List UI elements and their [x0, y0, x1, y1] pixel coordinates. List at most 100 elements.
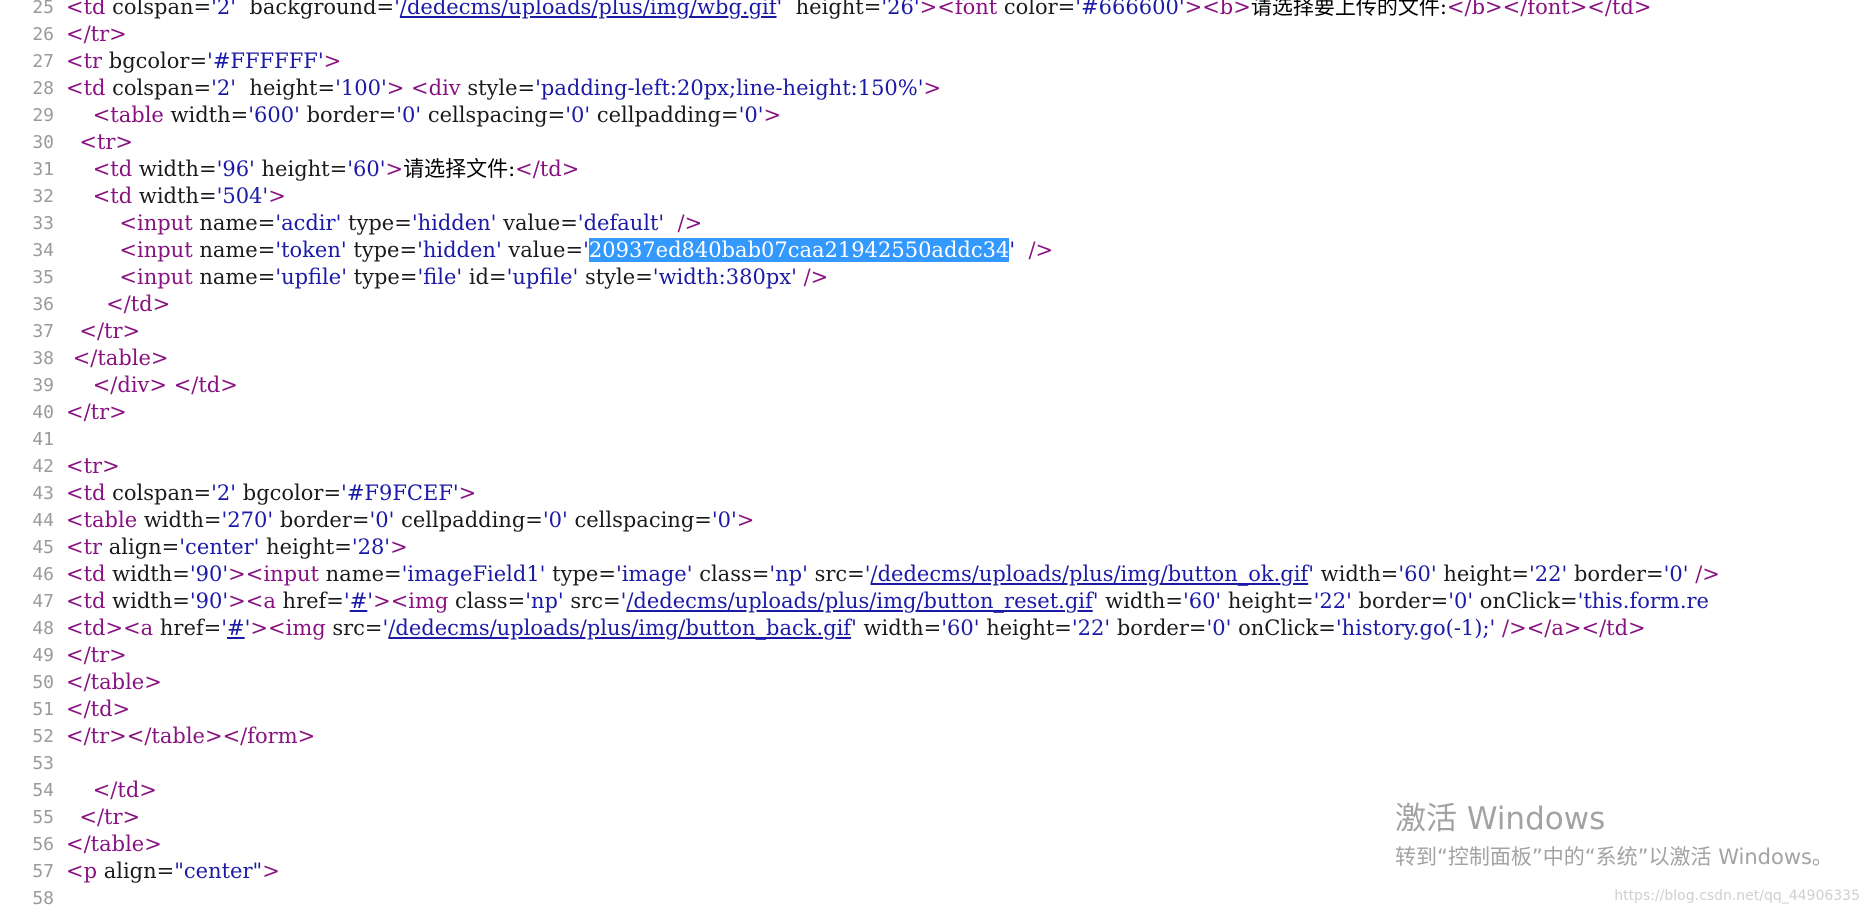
code-line[interactable]: 52 </tr></table></form>: [0, 723, 1868, 750]
html-tag-token: >: [458, 481, 477, 505]
attribute-name-token: height=: [795, 0, 882, 19]
html-tag-token: <img: [268, 616, 333, 640]
attribute-value-token: '#FFFFFF': [207, 49, 324, 73]
line-code[interactable]: </tr>: [66, 21, 127, 48]
attribute-value-token: '0': [396, 103, 422, 127]
line-code[interactable]: </div> </td>: [66, 372, 238, 399]
code-line[interactable]: 38 </table>: [0, 345, 1868, 372]
line-code[interactable]: </td>: [66, 291, 170, 318]
line-code[interactable]: <td width='90'><a href='#'><img class='n…: [66, 588, 1709, 615]
line-code[interactable]: </table>: [66, 345, 169, 372]
line-code[interactable]: </td>: [66, 696, 130, 723]
line-code[interactable]: <input name='upfile' type='file' id='upf…: [66, 264, 828, 291]
code-line[interactable]: 34 <input name='token' type='hidden' val…: [0, 237, 1868, 264]
attribute-name-token: width=: [1105, 589, 1183, 613]
code-line[interactable]: 36 </td>: [0, 291, 1868, 318]
line-code[interactable]: </td>: [66, 777, 157, 804]
code-line[interactable]: 25 <td colspan='2' background='/dedecms/u…: [0, 0, 1868, 21]
code-line[interactable]: 30 <tr>: [0, 129, 1868, 156]
line-code[interactable]: <tr>: [66, 129, 133, 156]
attribute-name-token: colspan=: [112, 481, 212, 505]
html-tag-token: <font: [937, 0, 1004, 19]
url-link[interactable]: /dedecms/uploads/plus/img/button_back.gi…: [388, 616, 851, 640]
code-line[interactable]: 41: [0, 426, 1868, 453]
line-code[interactable]: <p align="center">: [66, 858, 280, 885]
attribute-value-token: '0': [565, 103, 591, 127]
line-code[interactable]: <td colspan='2' bgcolor='#F9FCEF'>: [66, 480, 476, 507]
line-number: 52: [32, 726, 54, 747]
html-tag-token: <input: [119, 211, 200, 235]
url-link[interactable]: /dedecms/uploads/plus/img/button_reset.g…: [626, 589, 1092, 613]
line-code[interactable]: <td width='90'><input name='imageField1'…: [66, 561, 1720, 588]
code-line[interactable]: 43 <td colspan='2' bgcolor='#F9FCEF'>: [0, 480, 1868, 507]
code-line[interactable]: 49 </tr>: [0, 642, 1868, 669]
code-line[interactable]: 58: [0, 885, 1868, 908]
code-line[interactable]: 35 <input name='upfile' type='file' id='…: [0, 264, 1868, 291]
line-code[interactable]: <tr>: [66, 453, 120, 480]
source-view[interactable]: 25 <td colspan='2' background='/dedecms/u…: [0, 0, 1868, 908]
attribute-value-token: '100': [335, 76, 387, 100]
line-code[interactable]: </tr>: [66, 318, 140, 345]
html-tag-token: </b>: [1446, 0, 1503, 19]
code-line[interactable]: 53: [0, 750, 1868, 777]
code-line[interactable]: 33 <input name='acdir' type='hidden' val…: [0, 210, 1868, 237]
attribute-name-token: type=: [552, 562, 616, 586]
line-code[interactable]: </tr>: [66, 804, 140, 831]
attribute-name-token: name=: [325, 562, 402, 586]
watermark-subtitle: 转到“控制面板”中的“系统”以激活 Windows。: [1395, 845, 1833, 869]
code-line[interactable]: 47 <td width='90'><a href='#'><img class=…: [0, 588, 1868, 615]
code-line[interactable]: 48 <td><a href='#'><img src='/dedecms/upl…: [0, 615, 1868, 642]
selected-text[interactable]: 20937ed840bab07caa21942550addc34: [588, 238, 1010, 262]
attribute-name-token: name=: [199, 238, 276, 262]
code-line[interactable]: 45 <tr align='center' height='28'>: [0, 534, 1868, 561]
html-tag-token: <input: [119, 238, 200, 262]
code-line[interactable]: 37 </tr>: [0, 318, 1868, 345]
code-line[interactable]: 39 </div> </td>: [0, 372, 1868, 399]
code-line[interactable]: 26 </tr>: [0, 21, 1868, 48]
line-code[interactable]: <td width='96' height='60'>请选择文件:</td>: [66, 156, 580, 183]
code-line[interactable]: 44 <table width='270' border='0' cellpadd…: [0, 507, 1868, 534]
url-link[interactable]: #: [227, 616, 245, 640]
attribute-value-token: '22': [1529, 562, 1568, 586]
url-link[interactable]: /dedecms/uploads/plus/img/wbg.gif: [400, 0, 777, 19]
attribute-value-token: '2': [211, 481, 237, 505]
attribute-value-token: 'imageField1': [401, 562, 546, 586]
attribute-value-token: '0': [1206, 616, 1232, 640]
line-code[interactable]: <table width='270' border='0' cellpaddin…: [66, 507, 754, 534]
line-code[interactable]: <td colspan='2' background='/dedecms/upl…: [66, 0, 1651, 21]
line-code[interactable]: </tr></table></form>: [66, 723, 315, 750]
code-line[interactable]: 46 <td width='90'><input name='imageField…: [0, 561, 1868, 588]
html-tag-token: <tr: [66, 535, 109, 559]
attribute-value-token: 'token': [275, 238, 347, 262]
line-number: 47: [32, 591, 54, 612]
code-line[interactable]: 40 </tr>: [0, 399, 1868, 426]
line-code[interactable]: <table width='600' border='0' cellspacin…: [66, 102, 781, 129]
code-line[interactable]: 28 <td colspan='2' height='100'> <div sty…: [0, 75, 1868, 102]
line-code[interactable]: </table>: [66, 831, 162, 858]
line-code[interactable]: <tr bgcolor='#FFFFFF'>: [66, 48, 341, 75]
code-line[interactable]: 50 </table>: [0, 669, 1868, 696]
line-code[interactable]: <input name='acdir' type='hidden' value=…: [66, 210, 702, 237]
url-link[interactable]: /dedecms/uploads/plus/img/button_ok.gif: [871, 562, 1309, 586]
line-code[interactable]: <td><a href='#'><img src='/dedecms/uploa…: [66, 615, 1646, 642]
code-line[interactable]: 51 </td>: [0, 696, 1868, 723]
html-tag-token: >: [923, 76, 942, 100]
code-line[interactable]: 31 <td width='96' height='60'>请选择文件:</td…: [0, 156, 1868, 183]
line-code[interactable]: </table>: [66, 669, 162, 696]
line-code[interactable]: <td colspan='2' height='100'> <div style…: [66, 75, 941, 102]
code-line[interactable]: 29 <table width='600' border='0' cellspa…: [0, 102, 1868, 129]
html-tag-token: />: [677, 211, 703, 235]
attribute-name-token: src=: [814, 562, 865, 586]
line-code[interactable]: </tr>: [66, 642, 127, 669]
line-code[interactable]: <input name='token' type='hidden' value=…: [66, 237, 1053, 264]
code-line[interactable]: 27 <tr bgcolor='#FFFFFF'>: [0, 48, 1868, 75]
line-code[interactable]: <tr align='center' height='28'>: [66, 534, 408, 561]
code-line[interactable]: 32 <td width='504'>: [0, 183, 1868, 210]
url-link[interactable]: #: [350, 589, 368, 613]
attribute-value-token: '28': [351, 535, 391, 559]
line-code[interactable]: </tr>: [66, 399, 127, 426]
code-line[interactable]: 42 <tr>: [0, 453, 1868, 480]
line-code[interactable]: <td width='504'>: [66, 183, 286, 210]
